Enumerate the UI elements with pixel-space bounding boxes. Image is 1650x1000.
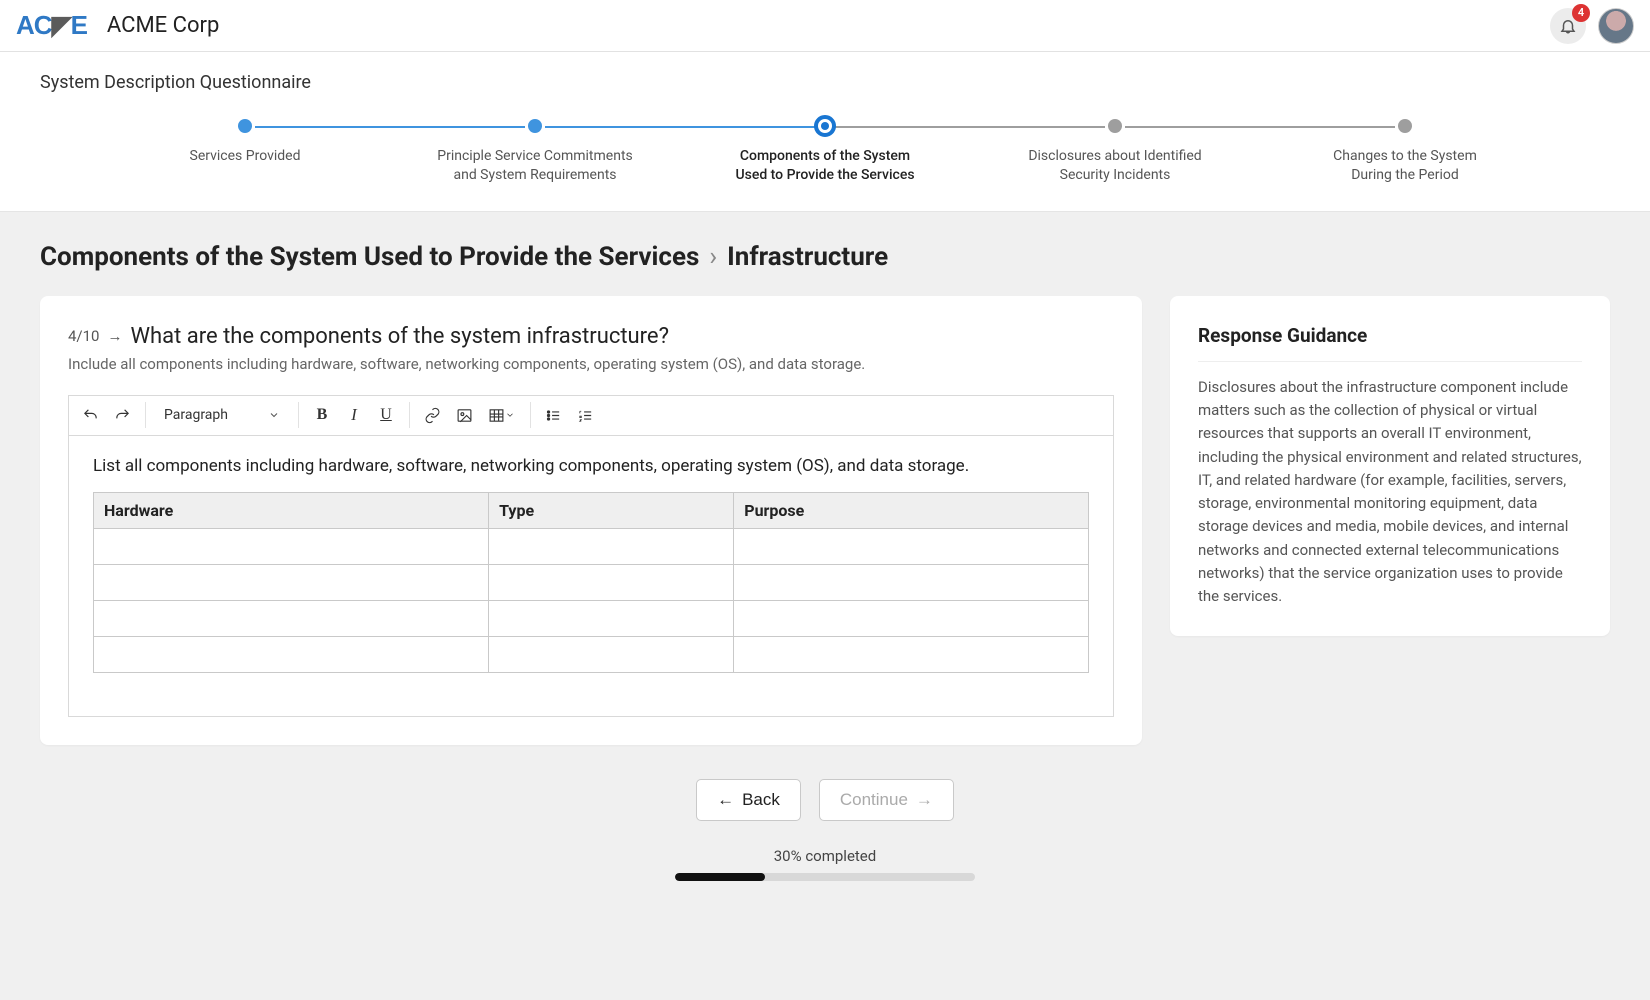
progress-section: 30% completed [40, 847, 1610, 881]
bullet-list-icon [545, 407, 562, 424]
table-cell[interactable] [489, 528, 734, 564]
chevron-down-icon [505, 410, 515, 420]
undo-button[interactable] [75, 400, 105, 430]
arrow-right-icon: → [107, 327, 122, 345]
step-dot [1398, 119, 1412, 133]
underline-button[interactable]: U [371, 400, 401, 430]
progress-fill [675, 873, 765, 881]
bold-button[interactable]: B [307, 400, 337, 430]
table-icon [488, 407, 505, 424]
company-name: ACME Corp [107, 13, 219, 38]
main: Components of the System Used to Provide… [0, 212, 1650, 911]
breadcrumb: Components of the System Used to Provide… [40, 242, 1610, 272]
arrow-right-icon: → [916, 790, 933, 810]
guidance-card: Response Guidance Disclosures about the … [1170, 296, 1610, 637]
breadcrumb-section: Components of the System Used to Provide… [40, 242, 699, 272]
table-cell[interactable] [734, 636, 1089, 672]
step-label: Disclosures about Identified Security In… [970, 147, 1260, 185]
table-cell[interactable] [94, 528, 489, 564]
chevron-right-icon: › [709, 242, 717, 272]
back-button[interactable]: ← Back [696, 779, 801, 821]
table-button[interactable] [482, 400, 522, 430]
logo-triangle-icon: ◤ [52, 10, 71, 41]
logo: AC◤E [16, 10, 93, 41]
step-0[interactable]: Services Provided [100, 119, 390, 166]
table-cell[interactable] [734, 528, 1089, 564]
back-label: Back [742, 790, 780, 810]
table-header: Hardware [94, 492, 489, 528]
italic-button[interactable]: I [339, 400, 369, 430]
step-2[interactable]: Components of the System Used to Provide… [680, 119, 970, 185]
redo-button[interactable] [107, 400, 137, 430]
step-dot [528, 119, 542, 133]
progress-label: 30% completed [40, 847, 1610, 865]
table-cell[interactable] [489, 600, 734, 636]
table-cell[interactable] [94, 600, 489, 636]
stepper-panel: System Description Questionnaire Service… [0, 52, 1650, 212]
table-row[interactable] [94, 564, 1089, 600]
nav-row: ← Back Continue → [40, 779, 1610, 821]
stepper-title: System Description Questionnaire [40, 72, 1610, 93]
table-header: Type [489, 492, 734, 528]
infrastructure-table[interactable]: HardwareTypePurpose [93, 492, 1089, 673]
table-cell[interactable] [94, 564, 489, 600]
stepper: Services ProvidedPrinciple Service Commi… [40, 119, 1610, 185]
undo-icon [82, 407, 99, 424]
notifications-button[interactable]: 4 [1550, 8, 1586, 44]
table-cell[interactable] [94, 636, 489, 672]
step-label: Components of the System Used to Provide… [680, 147, 970, 185]
step-label: Changes to the System During the Period [1260, 147, 1550, 185]
image-icon [456, 407, 473, 424]
format-label: Paragraph [164, 407, 228, 423]
editor-intro: List all components including hardware, … [93, 456, 1089, 476]
notification-badge: 4 [1572, 4, 1590, 22]
question-description: Include all components including hardwar… [68, 355, 1114, 373]
step-label: Principle Service Commitments and System… [390, 147, 680, 185]
table-row[interactable] [94, 636, 1089, 672]
table-cell[interactable] [489, 636, 734, 672]
step-dot [814, 115, 836, 137]
question-title: What are the components of the system in… [130, 324, 669, 349]
step-label: Services Provided [100, 147, 390, 166]
rich-text-editor: Paragraph B I U [68, 395, 1114, 717]
step-dot [1108, 119, 1122, 133]
continue-button[interactable]: Continue → [819, 779, 954, 821]
image-button[interactable] [450, 400, 480, 430]
top-bar: AC◤E ACME Corp 4 [0, 0, 1650, 52]
link-button[interactable] [418, 400, 448, 430]
question-counter: 4/10 [68, 327, 99, 345]
arrow-left-icon: ← [717, 790, 734, 810]
table-row[interactable] [94, 600, 1089, 636]
table-cell[interactable] [734, 564, 1089, 600]
table-row[interactable] [94, 528, 1089, 564]
avatar[interactable] [1598, 8, 1634, 44]
step-4[interactable]: Changes to the System During the Period [1260, 119, 1550, 185]
step-3[interactable]: Disclosures about Identified Security In… [970, 119, 1260, 185]
table-cell[interactable] [734, 600, 1089, 636]
guidance-title: Response Guidance [1198, 324, 1582, 362]
editor-toolbar: Paragraph B I U [69, 396, 1113, 436]
format-select[interactable]: Paragraph [154, 400, 290, 430]
breadcrumb-page: Infrastructure [727, 242, 888, 272]
table-cell[interactable] [489, 564, 734, 600]
table-header: Purpose [734, 492, 1089, 528]
continue-label: Continue [840, 790, 908, 810]
numbered-list-icon [577, 407, 594, 424]
link-icon [424, 407, 441, 424]
redo-icon [114, 407, 131, 424]
question-card: 4/10 → What are the components of the sy… [40, 296, 1142, 745]
numbered-list-button[interactable] [571, 400, 601, 430]
guidance-body: Disclosures about the infrastructure com… [1198, 376, 1582, 609]
step-1[interactable]: Principle Service Commitments and System… [390, 119, 680, 185]
editor-body[interactable]: List all components including hardware, … [69, 436, 1113, 716]
bullet-list-button[interactable] [539, 400, 569, 430]
step-dot [238, 119, 252, 133]
progress-bar [675, 873, 975, 881]
chevron-down-icon [268, 409, 280, 421]
